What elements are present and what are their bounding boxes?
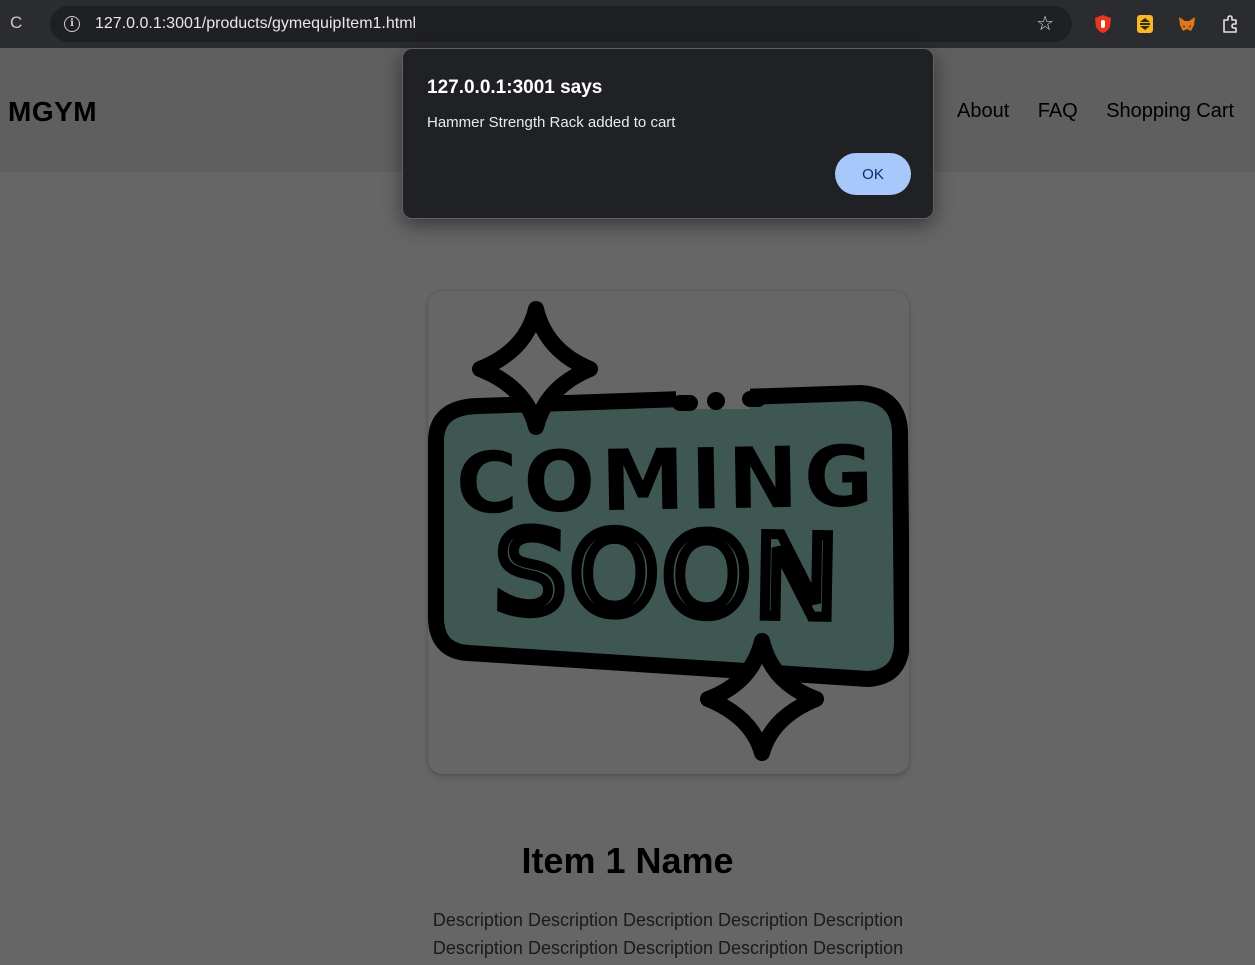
reload-icon[interactable]: C: [10, 13, 22, 33]
browser-toolbar: C i 127.0.0.1:3001/products/gymequipItem…: [0, 0, 1255, 48]
product-name: Item 1 Name: [521, 840, 734, 881]
soon-text: SOON: [494, 508, 843, 644]
metamask-icon[interactable]: [1177, 14, 1197, 34]
description-line: Description Description Description Desc…: [432, 938, 904, 958]
address-bar[interactable]: i 127.0.0.1:3001/products/gymequipItem1.…: [50, 6, 1072, 42]
url-text[interactable]: 127.0.0.1:3001/products/gymequipItem1.ht…: [95, 15, 416, 33]
coming-soon-image: COMING SOON: [428, 301, 909, 761]
alert-dialog: 127.0.0.1:3001 says Hammer Strength Rack…: [402, 48, 934, 219]
nav-shopping-cart[interactable]: Shopping Cart: [1106, 100, 1234, 123]
honey-icon[interactable]: [1135, 14, 1155, 34]
product-description: Description Description Description Desc…: [418, 906, 918, 962]
extensions-puzzle-icon[interactable]: [1220, 14, 1240, 34]
site-info-icon[interactable]: i: [64, 16, 80, 32]
ok-button[interactable]: OK: [835, 153, 911, 195]
main-nav: About FAQ Shopping Cart S: [957, 100, 1255, 123]
dialog-message: Hammer Strength Rack added to cart: [427, 114, 676, 131]
dialog-title: 127.0.0.1:3001 says: [427, 77, 603, 98]
description-line: Description Description Description Desc…: [432, 910, 904, 930]
nav-about[interactable]: About: [957, 100, 1009, 123]
ublock-origin-icon[interactable]: [1093, 14, 1113, 34]
nav-faq[interactable]: FAQ: [1038, 100, 1078, 123]
site-logo[interactable]: MGYM: [8, 96, 97, 128]
product-image-card: COMING SOON: [428, 291, 909, 774]
bookmark-star-icon[interactable]: ☆: [1036, 13, 1054, 35]
